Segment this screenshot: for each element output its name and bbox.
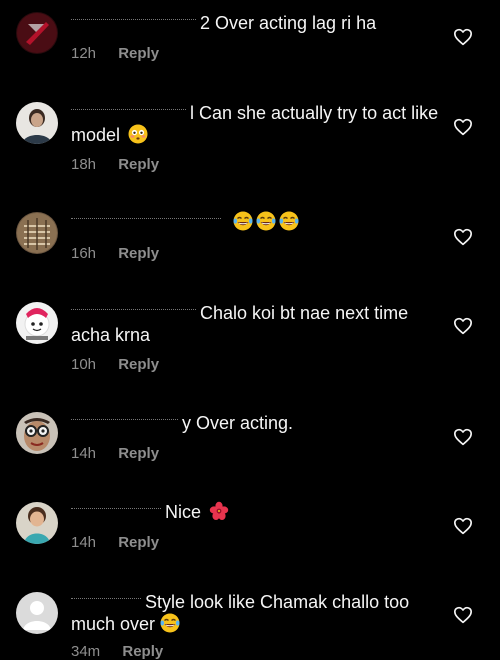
comment-text	[71, 211, 441, 233]
comment-time: 14h	[71, 445, 97, 462]
comment-text: y Over acting.	[71, 412, 441, 434]
reply-button[interactable]: Reply	[118, 445, 159, 462]
comment-text: 2 Over acting lag ri ha	[71, 12, 441, 34]
comment-meta: 18h Reply	[71, 156, 159, 173]
avatar[interactable]	[16, 302, 58, 344]
comment-text: Style look like Chamak challo too much o…	[71, 591, 441, 635]
hibiscus-emoji	[209, 501, 229, 520]
reply-button[interactable]: Reply	[118, 356, 159, 373]
comment-time: 12h	[71, 45, 97, 62]
heart-icon[interactable]	[453, 517, 473, 535]
redacted-username	[71, 217, 221, 233]
redacted-username	[71, 418, 178, 434]
comment-body: 2 Over acting lag ri ha	[200, 13, 377, 33]
redacted-username	[71, 108, 186, 124]
reply-button[interactable]: Reply	[122, 643, 163, 660]
avatar[interactable]	[16, 592, 58, 634]
reply-button[interactable]: Reply	[118, 534, 159, 551]
heart-icon[interactable]	[453, 228, 473, 246]
comment-text: l Can she actually try to act like model	[71, 102, 441, 146]
flushed-face-emoji	[128, 124, 148, 144]
comment-time: 14h	[71, 534, 97, 551]
reply-button[interactable]: Reply	[118, 45, 159, 62]
redacted-username	[71, 308, 196, 324]
comment-text: Chalo koi bt nae next time acha krna	[71, 302, 441, 346]
heart-icon[interactable]	[453, 428, 473, 446]
reply-button[interactable]: Reply	[118, 156, 159, 173]
heart-icon[interactable]	[453, 317, 473, 335]
redacted-username	[71, 597, 141, 613]
comment-body: Nice	[165, 502, 202, 522]
heart-icon[interactable]	[453, 606, 473, 624]
comment-meta: 16h Reply	[71, 245, 159, 262]
comment-text: Nice	[71, 501, 441, 523]
comment-meta: 14h Reply	[71, 445, 159, 462]
laughing-tears-emoji	[256, 211, 276, 231]
reply-button[interactable]: Reply	[118, 245, 159, 262]
comment-time: 34m	[71, 643, 101, 660]
comment-time: 16h	[71, 245, 97, 262]
comment-meta: 14h Reply	[71, 534, 159, 551]
redacted-username	[71, 507, 161, 523]
comment-time: 18h	[71, 156, 97, 173]
laughing-tears-emoji	[279, 211, 299, 231]
redacted-username	[71, 18, 196, 34]
heart-icon[interactable]	[453, 28, 473, 46]
avatar[interactable]	[16, 502, 58, 544]
comment-body: y Over acting.	[182, 413, 294, 433]
heart-icon[interactable]	[453, 118, 473, 136]
comment-time: 10h	[71, 356, 97, 373]
avatar[interactable]	[16, 102, 58, 144]
comment-meta: 34m Reply	[71, 643, 163, 660]
laughing-tears-emoji	[233, 211, 253, 231]
avatar[interactable]	[16, 212, 58, 254]
laughing-tears-emoji	[160, 613, 180, 633]
avatar[interactable]	[16, 12, 58, 54]
comment-meta: 12h Reply	[71, 45, 159, 62]
comment-meta: 10h Reply	[71, 356, 159, 373]
avatar[interactable]	[16, 412, 58, 454]
